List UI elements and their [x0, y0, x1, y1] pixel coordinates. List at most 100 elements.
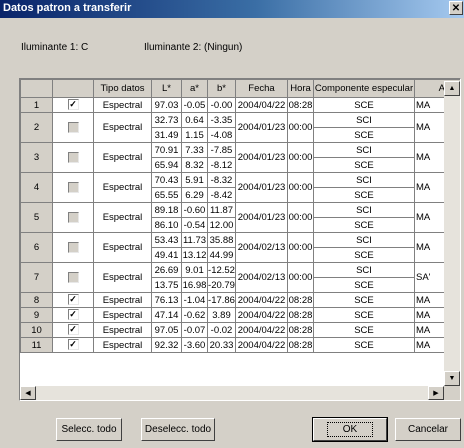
- b-cell: -8.32: [207, 172, 236, 188]
- row-number[interactable]: 11: [20, 337, 53, 353]
- cancel-button[interactable]: Cancelar: [395, 418, 461, 441]
- b-cell: -7.85: [207, 142, 236, 158]
- row-number[interactable]: 9: [20, 307, 53, 323]
- select-cell[interactable]: ✓: [52, 292, 94, 308]
- b-cell: -0.02: [207, 322, 236, 338]
- row-number[interactable]: 7: [20, 262, 53, 293]
- a-cell: 11.73: [181, 232, 208, 248]
- table-row[interactable]: 6 Espectral 53.43 11.73 35.88 2004/02/13 00:00…: [20, 232, 460, 263]
- scroll-down-icon[interactable]: ▼: [444, 371, 460, 386]
- tipo-datos-cell: Espectral: [93, 322, 152, 338]
- a-cell: 9.01: [181, 262, 208, 278]
- row-number[interactable]: 6: [20, 232, 53, 263]
- fecha-cell: 2004/04/22: [235, 97, 288, 113]
- table-row[interactable]: 8 ✓ Espectral 76.13 -1.04 -17.86 2004/04/22 08:…: [20, 292, 460, 308]
- select-checkbox[interactable]: ✓: [67, 99, 79, 111]
- select-checkbox[interactable]: ✓: [67, 294, 79, 306]
- l-cell: 47.14: [151, 307, 182, 323]
- l-cell: 31.49: [151, 127, 182, 143]
- l-cell: 86.10: [151, 217, 182, 233]
- select-cell: [52, 262, 94, 293]
- table-row[interactable]: 4 Espectral 70.43 5.91 -8.32 2004/01/23 00:00 S…: [20, 172, 460, 203]
- scroll-left-icon[interactable]: ◀: [20, 386, 36, 400]
- select-checkbox[interactable]: ✓: [67, 324, 79, 336]
- select-checkbox: [67, 151, 79, 163]
- scroll-right-icon[interactable]: ▶: [428, 386, 444, 400]
- close-icon[interactable]: ✕: [449, 1, 463, 15]
- row-number[interactable]: 8: [20, 292, 53, 308]
- hora-cell: 08:28: [287, 337, 314, 353]
- column-header[interactable]: [20, 79, 53, 98]
- scrollbar-corner: [444, 386, 460, 400]
- table-row[interactable]: 10 ✓ Espectral 97.05 -0.07 -0.02 2004/04/22 08:…: [20, 322, 460, 338]
- table-row[interactable]: 2 Espectral 32.73 0.64 -3.35 2004/01/23 00:00 S…: [20, 112, 460, 143]
- l-cell: 26.69: [151, 262, 182, 278]
- l-cell: 70.91: [151, 142, 182, 158]
- a-cell: -1.04: [181, 292, 208, 308]
- row-number[interactable]: 4: [20, 172, 53, 203]
- column-header-componente[interactable]: Componente especular: [313, 79, 415, 98]
- a-cell: -0.07: [181, 322, 208, 338]
- select-all-button[interactable]: Selecc. todo: [56, 418, 122, 441]
- l-cell: 65.94: [151, 157, 182, 173]
- b-cell: 35.88: [207, 232, 236, 248]
- deselect-all-button[interactable]: Deselecc. todo: [141, 418, 215, 441]
- illuminant-1-label: Iluminante 1: C: [21, 42, 89, 53]
- scroll-up-icon[interactable]: ▲: [444, 81, 460, 96]
- title-bar: Datos patron a transferir ✕: [0, 0, 464, 18]
- row-number[interactable]: 1: [20, 97, 53, 113]
- horizontal-scrollbar[interactable]: ◀ ▶: [20, 386, 444, 400]
- table-row[interactable]: 7 Espectral 26.69 9.01 -12.52 2004/02/13 00:00…: [20, 262, 460, 293]
- select-cell: [52, 232, 94, 263]
- hora-cell: 00:00: [287, 112, 314, 143]
- row-number[interactable]: 2: [20, 112, 53, 143]
- select-cell[interactable]: ✓: [52, 337, 94, 353]
- column-header-tipo-datos[interactable]: Tipo datos: [93, 79, 152, 98]
- tipo-datos-cell: Espectral: [93, 112, 152, 143]
- fecha-cell: 2004/01/23: [235, 202, 288, 233]
- componente-cell: SCE: [313, 127, 415, 143]
- data-grid[interactable]: Tipo datos L* a* b* Fecha Hora Component…: [19, 78, 461, 401]
- row-number[interactable]: 5: [20, 202, 53, 233]
- b-cell: -4.08: [207, 127, 236, 143]
- column-header-b[interactable]: b*: [207, 79, 236, 98]
- l-cell: 97.05: [151, 322, 182, 338]
- componente-cell: SCE: [313, 217, 415, 233]
- l-cell: 76.13: [151, 292, 182, 308]
- b-cell: 44.99: [207, 247, 236, 263]
- select-cell[interactable]: ✓: [52, 97, 94, 113]
- tipo-datos-cell: Espectral: [93, 97, 152, 113]
- a-cell: 8.32: [181, 157, 208, 173]
- window-title: Datos patron a transferir: [3, 2, 132, 14]
- select-checkbox[interactable]: ✓: [67, 339, 79, 351]
- select-checkbox[interactable]: ✓: [67, 309, 79, 321]
- table-row[interactable]: 3 Espectral 70.91 7.33 -7.85 2004/01/23 00:00 S…: [20, 142, 460, 173]
- select-cell[interactable]: ✓: [52, 322, 94, 338]
- column-header-fecha[interactable]: Fecha: [235, 79, 288, 98]
- table-row[interactable]: 1 ✓ Espectral 97.03 -0.05 -0.00 2004/04/22 08:2…: [20, 97, 460, 113]
- a-cell: -0.05: [181, 97, 208, 113]
- a-cell: -0.60: [181, 202, 208, 218]
- b-cell: -0.00: [207, 97, 236, 113]
- column-header-a[interactable]: a*: [181, 79, 208, 98]
- row-number[interactable]: 10: [20, 322, 53, 338]
- l-cell: 92.32: [151, 337, 182, 353]
- componente-cell: SCI: [313, 202, 415, 218]
- column-header[interactable]: [52, 79, 94, 98]
- row-number[interactable]: 3: [20, 142, 53, 173]
- vertical-scrollbar[interactable]: ▲ ▼: [444, 81, 460, 386]
- select-cell[interactable]: ✓: [52, 307, 94, 323]
- table-row[interactable]: 11 ✓ Espectral 92.32 -3.60 20.33 2004/04/22 08:…: [20, 337, 460, 353]
- table-row[interactable]: 9 ✓ Espectral 47.14 -0.62 3.89 2004/04/22 08:28…: [20, 307, 460, 323]
- l-cell: 65.55: [151, 187, 182, 203]
- componente-cell: SCI: [313, 262, 415, 278]
- fecha-cell: 2004/04/22: [235, 337, 288, 353]
- l-cell: 97.03: [151, 97, 182, 113]
- hora-cell: 08:28: [287, 307, 314, 323]
- table-row[interactable]: 5 Espectral 89.18 -0.60 11.87 2004/01/23 00:00…: [20, 202, 460, 233]
- column-header-l[interactable]: L*: [151, 79, 182, 98]
- ok-button[interactable]: OK: [312, 417, 388, 442]
- select-checkbox: [67, 211, 79, 223]
- column-header-hora[interactable]: Hora: [287, 79, 314, 98]
- l-cell: 13.75: [151, 277, 182, 293]
